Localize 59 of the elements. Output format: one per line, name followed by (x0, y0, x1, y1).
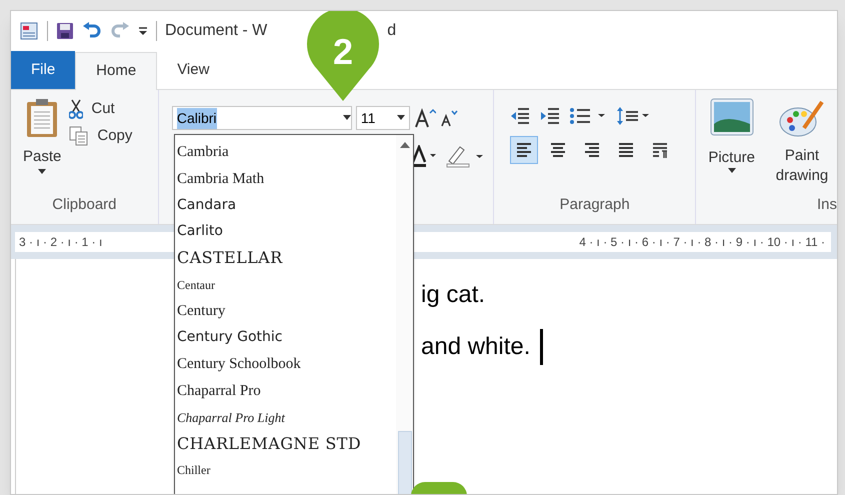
caret-icon (728, 168, 736, 174)
font-list-item[interactable]: Centaur (177, 272, 396, 298)
font-list-item[interactable]: Century Schoolbook (177, 351, 396, 378)
font-list-item[interactable]: CASTELLAR (177, 245, 396, 272)
paste-button[interactable]: Paste (23, 98, 62, 194)
increase-indent-icon[interactable] (540, 107, 560, 125)
window-title: d (387, 21, 396, 41)
palette-icon (778, 98, 826, 138)
caret-icon (38, 168, 46, 174)
window-title: Document - W (165, 21, 268, 41)
scroll-up-icon[interactable] (400, 141, 410, 149)
group-label: Clipboard (51, 194, 118, 214)
font-size-field[interactable]: 11 (356, 106, 410, 130)
text-cursor (540, 329, 544, 365)
group-label: Ins (816, 194, 837, 214)
line-spacing-icon[interactable] (616, 106, 650, 126)
font-list-item[interactable]: CHARLEMAGNE STD (177, 430, 396, 457)
font-list-item[interactable]: Chaparral Pro (177, 378, 396, 404)
picture-button[interactable]: Picture (708, 98, 755, 186)
document-app-icon[interactable] (19, 21, 39, 41)
scrollbar[interactable] (396, 135, 413, 494)
group-label: Paragraph (558, 194, 631, 214)
paint-drawing-button[interactable]: Paint drawing (767, 98, 837, 186)
scissors-icon (69, 99, 84, 120)
clipboard-icon (26, 98, 58, 138)
font-list-item[interactable]: Cambria (177, 139, 396, 166)
document-text: ig cat. (421, 280, 486, 310)
highlighter-icon[interactable] (445, 144, 486, 168)
font-list-item[interactable]: Century (177, 298, 396, 324)
shrink-font-icon[interactable] (440, 109, 458, 127)
copy-icon (69, 126, 90, 146)
scrollbar-thumb[interactable] (398, 431, 412, 494)
font-list-item[interactable]: Chaparral Pro Light (177, 404, 396, 430)
decrease-indent-icon[interactable] (510, 107, 530, 125)
ribbon-tab[interactable]: View (157, 51, 230, 89)
ribbon-tab[interactable]: Home (75, 52, 158, 90)
customize-toolbar-icon[interactable] (138, 26, 148, 36)
callout-pin: 2 (307, 11, 379, 101)
font-list-item[interactable]: Chiller (177, 457, 396, 484)
caret-icon[interactable] (342, 115, 351, 121)
copy-button[interactable]: Copy (69, 124, 132, 147)
font-list-item[interactable]: Carlito (177, 218, 396, 245)
grow-font-icon[interactable] (414, 108, 436, 128)
document-text: and white. (421, 332, 530, 362)
cut-button[interactable]: Cut (69, 98, 132, 120)
ruler-marks: 4 · ı · 5 · ı · 6 · ı · 7 · ı · 8 · ı · 9 · ı · 10 · ı · 11 · (579, 234, 825, 251)
font-list-item[interactable]: Century Gothic (177, 324, 396, 351)
align-left-button[interactable] (510, 136, 538, 164)
ruler-marks: 3 · ı · 2 · ı · 1 · ı (19, 234, 102, 251)
landscape-picture-icon (710, 98, 754, 136)
ribbon-tab[interactable]: File (11, 51, 76, 89)
font-list-item[interactable]: Candara (177, 192, 396, 218)
font-list-item[interactable]: Cambria Math (177, 166, 396, 192)
undo-icon[interactable] (82, 22, 102, 40)
bullet-list-icon[interactable] (570, 107, 606, 125)
caret-icon[interactable] (396, 115, 405, 121)
font-color-icon[interactable] (411, 145, 438, 167)
save-icon[interactable] (56, 22, 74, 40)
font-name-field[interactable]: Calibri (172, 106, 352, 130)
